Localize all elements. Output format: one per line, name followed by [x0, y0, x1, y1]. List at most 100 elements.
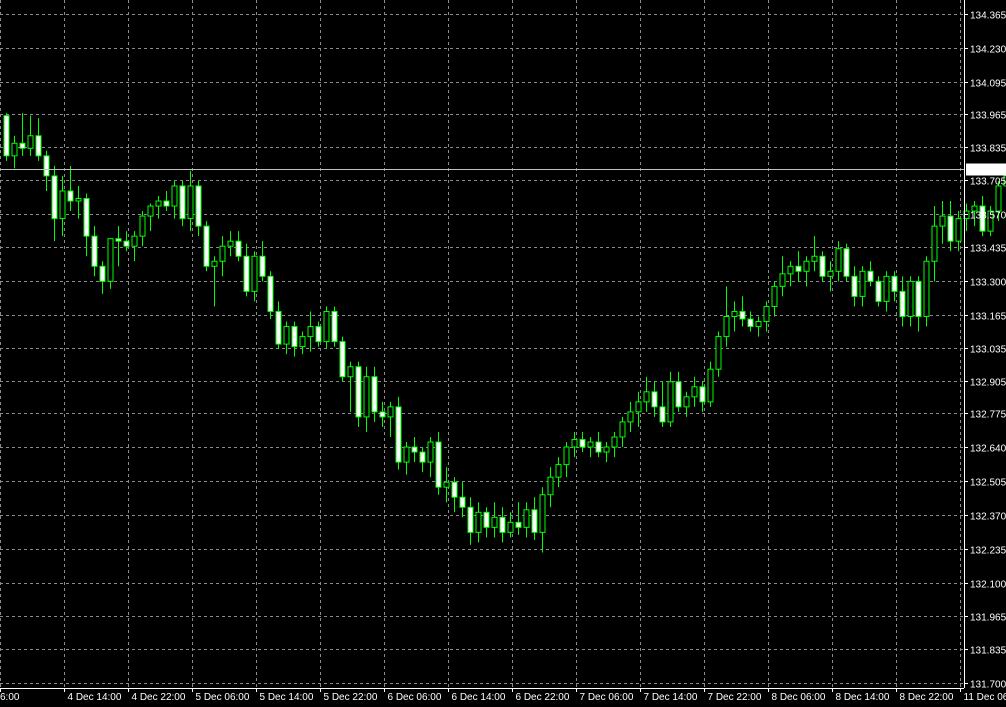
candle-body-bull [691, 386, 698, 398]
candle-body-bear [83, 198, 90, 237]
candle-body-bull [835, 248, 842, 272]
x-tick-label: 6 Dec 14:00 [452, 692, 506, 703]
candle-body-bear [275, 310, 282, 345]
candle-body-bear [99, 265, 106, 282]
candle-body-bull [995, 185, 1002, 212]
candle-body-bear [915, 280, 922, 317]
candle-body-bear [43, 155, 50, 177]
candle-body-bull [523, 509, 530, 528]
candle-body-bear [67, 190, 74, 202]
candle-body-bear [947, 215, 954, 242]
y-tick-label: 131.700 [970, 680, 1006, 691]
x-tick-label: 6 Dec 06:00 [388, 692, 442, 703]
candle-body-bull [779, 273, 786, 287]
candle-body-bull [667, 381, 674, 423]
candle-body-bear [179, 185, 186, 220]
x-tick-label: 8 Dec 14:00 [836, 692, 890, 703]
candle-body-bear [419, 451, 426, 463]
candle-body-bear [291, 326, 298, 348]
candle-body-bear [867, 270, 874, 282]
x-tick-label: 5 Dec 06:00 [196, 692, 250, 703]
candle-body-bear [19, 142, 26, 149]
x-tick-label: 11 Dec 06:00 [964, 692, 1006, 703]
candle-body-bear [579, 438, 586, 448]
candle-body-bull [107, 238, 114, 282]
price-chart[interactable]: 134.365 134.230 134.095 133.965 133.835 133.7… [0, 0, 1006, 707]
y-tick-label: 132.235 [970, 546, 1006, 557]
y-tick-label: 133.165 [970, 312, 1006, 323]
candle-body-bear [195, 185, 202, 227]
candle-body-bull [387, 406, 394, 418]
x-tick-label: 8 Dec 06:00 [772, 692, 826, 703]
y-tick-label: 133.435 [970, 244, 1006, 255]
candle-body-bull [939, 215, 946, 227]
candle-body-bull [755, 321, 762, 328]
candle-body-bear [35, 135, 42, 157]
candle-body-bull [211, 260, 218, 267]
x-tick-label: 7 Dec 06:00 [580, 692, 634, 703]
candle-body-bear [851, 275, 858, 297]
candle-body-bull [563, 446, 570, 466]
candle-body-bull [59, 190, 66, 220]
y-tick-label: 132.640 [970, 444, 1006, 455]
candle [3, 113, 10, 161]
candle-body-bear [739, 310, 746, 320]
y-tick-label: 132.505 [970, 478, 1006, 489]
candle-body-bear [243, 255, 250, 292]
y-tick-label: 131.965 [970, 613, 1006, 624]
candle-body-bull [363, 376, 370, 418]
candle-body-bull [323, 310, 330, 343]
y-tick-label: 133.965 [970, 111, 1006, 122]
y-tick-label: 133.835 [970, 144, 1006, 155]
candle-body-bull [643, 391, 650, 403]
candle [395, 396, 402, 470]
candle-body-bull [683, 396, 690, 408]
candle [331, 306, 338, 347]
candle-body-bear [451, 481, 458, 498]
y-tick-label: 132.775 [970, 410, 1006, 421]
candle-body-bear [891, 275, 898, 292]
candle-body-bull [219, 245, 226, 262]
price-axis: 134.365 134.230 134.095 133.965 133.835 133.7… [964, 11, 1006, 691]
candle-body-bear [843, 248, 850, 277]
candle-body-bull [635, 401, 642, 413]
candle-body-bull [347, 366, 354, 378]
candle-body-bull [955, 218, 962, 242]
candle-body-bear [315, 326, 322, 343]
candle-body-bull [811, 255, 818, 262]
y-tick-label: 132.100 [970, 580, 1006, 591]
x-tick-label: 4 Dec 14:00 [68, 692, 122, 703]
candle-body-bull [427, 441, 434, 463]
candle-body-bull [227, 240, 234, 247]
y-tick-label: 132.370 [970, 512, 1006, 523]
x-tick-label: 6 Dec 22:00 [516, 692, 570, 703]
candle-body-bull [787, 265, 794, 275]
candle-body-bull [923, 260, 930, 317]
candle-body-bull [723, 315, 730, 338]
candle-body-bull [187, 185, 194, 220]
candle-body-bull [731, 310, 738, 317]
candle-body-bear [91, 235, 98, 267]
y-tick-label: 134.095 [970, 79, 1006, 90]
candle-body-bear [339, 341, 346, 378]
candle-body-bear [699, 386, 706, 403]
chart-background [0, 0, 1006, 707]
candle-body-bear [115, 238, 122, 242]
candle-body-bull [547, 476, 554, 496]
candle-body-bear [3, 115, 10, 157]
candle-body-bear [515, 521, 522, 528]
candle-body-bear [203, 225, 210, 267]
candle-body-bear [675, 381, 682, 408]
candle-body-bull [931, 225, 938, 262]
candle-body-bear [379, 411, 386, 418]
candle-body-bear [795, 265, 802, 272]
candle-body-bull [131, 235, 138, 247]
x-tick-label: 4 Dec 22:00 [132, 692, 186, 703]
candle-body-bear [483, 511, 490, 528]
candle-body-bull [883, 275, 890, 302]
candle-body-bull [155, 200, 162, 207]
candle-body-bull [763, 305, 770, 323]
candle-body-bear [531, 509, 538, 533]
candle-body-bull [171, 185, 178, 207]
candle-body-bull [491, 516, 498, 528]
